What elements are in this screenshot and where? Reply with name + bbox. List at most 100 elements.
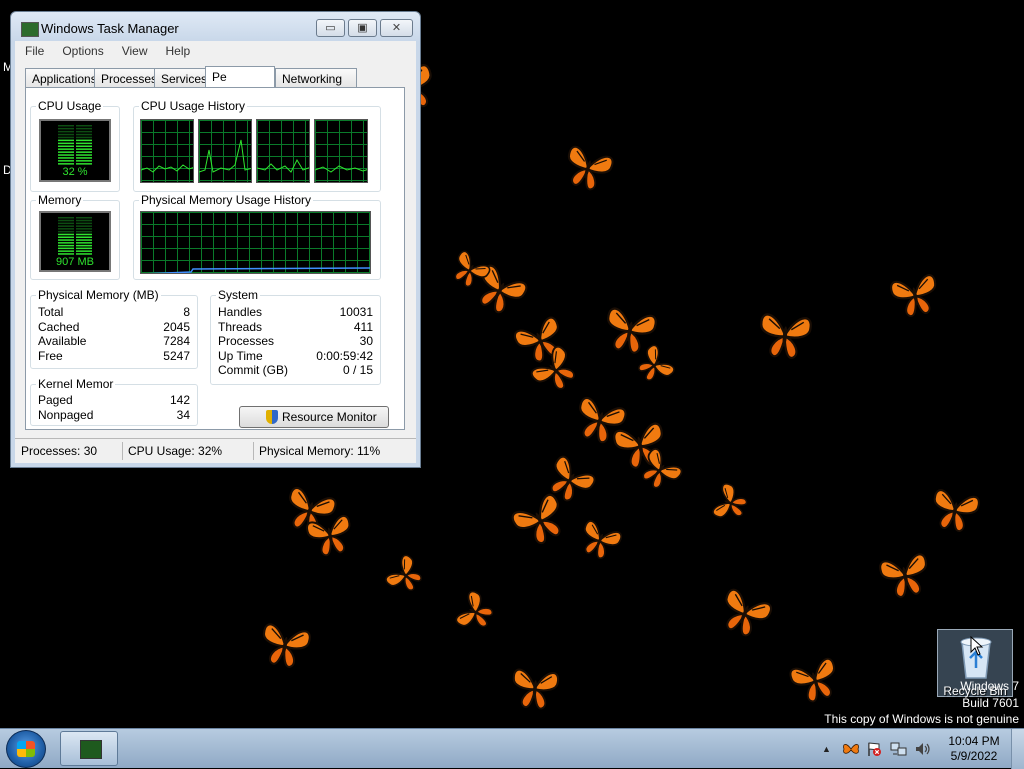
stat-key: Nonpaged [38,407,94,422]
butterfly-icon [710,578,781,649]
tab-networking[interactable]: Networking [275,68,357,88]
stat-value: 10031 [339,305,373,319]
stat-value: 7284 [163,334,190,348]
volume-icon[interactable] [914,741,932,757]
meter-segment [58,127,74,130]
memory-label: Memory [36,193,84,207]
menu-file[interactable]: File [15,41,52,58]
stat-key: Free [38,348,63,363]
stat-value: 142 [169,393,190,407]
stat-row: Total 8 [38,305,190,320]
stat-key: Cached [38,319,80,334]
action-center-flag-icon[interactable] [866,741,882,757]
meter-segment [76,154,92,156]
butterfly-icon [873,543,937,607]
stat-value: 0 / 15 [342,363,373,377]
stat-row: Up Time 0:00:59:42 [218,349,373,364]
stat-row: Threads 411 [218,320,373,335]
kernel-memory-stats: Paged 142 Nonpaged 34 [38,393,190,422]
stat-row: Paged 142 [38,393,190,408]
clock-date: 5/9/2022 [950,749,998,763]
butterfly-icon[interactable] [842,741,860,757]
cpu-usage-meter: 32 % [39,119,111,182]
title-bar[interactable]: Windows Task Manager ▭ ▣ ✕ [11,12,420,42]
meter-segment [58,233,74,236]
network-icon[interactable] [890,741,908,757]
stat-key: Available [38,334,87,348]
butterfly-icon [507,660,564,717]
meter-segment [76,125,92,127]
menu-view[interactable]: View [112,41,156,58]
watermark-build: Build 7601 [962,696,1019,710]
butterfly-icon [782,647,847,712]
meter-segment [76,133,92,136]
meter-segment [76,145,92,147]
meter-segment [58,225,74,227]
stat-row: Commit (GB) 0 / 15 [218,363,373,378]
windows-start-icon [17,741,35,757]
memory-history-label: Physical Memory Usage History [139,193,314,207]
butterfly-icon [753,303,817,367]
meter-segment [76,151,92,153]
close-button[interactable]: ✕ [380,19,413,37]
status-separator [122,442,123,460]
cpu-history-graph [256,119,310,183]
meter-segment [58,236,74,238]
task-manager-icon [80,740,102,759]
meter-segment [58,242,74,244]
meter-segment [58,151,74,153]
start-button[interactable] [6,730,46,768]
taskbar-task-manager-button[interactable] [60,731,118,766]
meter-segment [76,228,92,230]
meter-segment [76,233,92,236]
stat-row: Cached 2045 [38,320,190,335]
menu-options[interactable]: Options [52,41,111,58]
resource-monitor-button[interactable]: Resource Monitor [239,406,389,428]
meter-segment [76,142,92,145]
status-processes: Processes: 30 [21,444,98,458]
tab-services[interactable]: Services [154,68,207,88]
meter-segment [58,247,74,250]
physical-memory-group: Physical Memory (MB) Total 8 Cached 2045 A… [30,288,198,369]
meter-segment [76,222,92,225]
show-hidden-icons-button[interactable]: ▲ [822,744,831,754]
meter-segment [58,230,74,233]
meter-segment [76,225,92,227]
meter-segment [58,160,74,162]
minimize-button[interactable]: ▭ [316,19,345,37]
butterfly-icon [447,584,503,640]
meter-segment [76,242,92,244]
show-desktop-button[interactable] [1011,729,1024,769]
kernel-memory-label: Kernel Memor [36,377,116,391]
meter-segment [76,236,92,238]
meter-segment [76,253,92,255]
butterfly-icon [253,613,317,677]
meter-segment [76,139,92,142]
tab-performance[interactable]: Pe [205,66,275,89]
menu-help[interactable]: Help [156,41,199,58]
stat-row: Processes 30 [218,334,373,349]
stat-row: Handles 10031 [218,305,373,320]
stat-value: 5247 [163,348,190,363]
system-group: System Handles 10031 Threads 411 Processes… [210,288,381,385]
meter-segment [58,136,74,139]
meter-segment [76,136,92,139]
stat-value: 8 [183,305,190,319]
meter-segment [76,148,92,150]
tab-processes[interactable]: Processes [94,68,157,88]
menu-bar: File Options View Help [15,41,416,61]
meter-segment [58,219,74,222]
cpu-usage-value: 32 % [62,166,88,178]
meter-segment [58,125,74,127]
taskbar-clock[interactable]: 10:04 PM 5/9/2022 [935,734,1013,764]
maximize-button[interactable]: ▣ [348,19,377,37]
butterfly-icon [704,477,756,529]
task-manager-icon [21,22,39,37]
taskbar: ▲ 10:04 PM 5/9/2022 [0,728,1024,769]
mouse-cursor-icon [970,636,984,656]
meter-segment [58,148,74,150]
cpu-usage-group: CPU Usage 32 % [30,99,120,192]
task-manager-window[interactable]: Windows Task Manager ▭ ▣ ✕ File Options Vi… [10,11,421,468]
tab-applications[interactable]: Applications [25,68,97,88]
stat-value: 30 [359,334,373,348]
